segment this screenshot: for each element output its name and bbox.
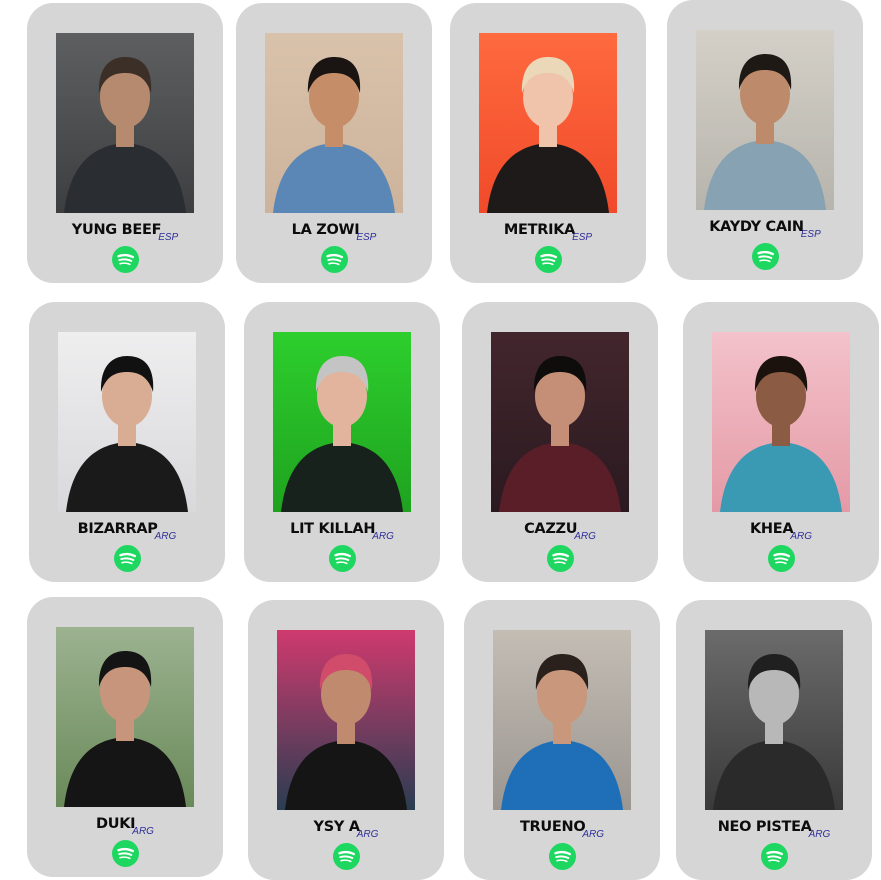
country-tag: ARG xyxy=(372,531,394,542)
country-tag: ESP xyxy=(572,232,593,243)
artist-photo xyxy=(696,30,834,210)
artist-card[interactable]: YSY AARG xyxy=(248,600,444,880)
country-tag: ARG xyxy=(154,531,177,542)
artist-name: DUKIARG xyxy=(96,816,154,837)
artist-card[interactable]: YUNG BEEFESP xyxy=(27,3,223,283)
country-tag: ARG xyxy=(356,829,379,840)
artist-photo xyxy=(56,33,194,213)
artist-card[interactable]: KHEAARG xyxy=(683,302,879,582)
artist-card[interactable]: TRUENOARG xyxy=(464,600,660,880)
artist-name: CAZZUARG xyxy=(524,521,596,542)
artist-card[interactable]: METRIKAESP xyxy=(450,3,646,283)
artist-name: NEO PISTEAARG xyxy=(717,819,831,840)
spotify-icon[interactable] xyxy=(547,545,574,572)
artist-name: KHEAARG xyxy=(750,521,812,542)
artist-photo xyxy=(705,630,843,810)
country-tag: ARG xyxy=(574,531,596,542)
artist-photo xyxy=(479,33,617,213)
country-tag: ARG xyxy=(132,826,154,837)
country-tag: ESP xyxy=(158,232,179,243)
spotify-icon[interactable] xyxy=(535,246,562,273)
artist-card[interactable]: KAYDY CAINESP xyxy=(667,0,863,280)
artist-photo xyxy=(712,332,850,512)
spotify-icon[interactable] xyxy=(112,840,139,867)
spotify-icon[interactable] xyxy=(112,246,139,273)
artist-photo xyxy=(56,627,194,807)
artist-name: BIZARRAPARG xyxy=(77,521,177,542)
country-tag: ARG xyxy=(808,829,831,840)
artist-name: LA ZOWIESP xyxy=(291,222,377,243)
artist-photo xyxy=(493,630,631,810)
country-tag: ARG xyxy=(790,531,812,542)
country-tag: ESP xyxy=(356,232,377,243)
spotify-icon[interactable] xyxy=(761,843,788,870)
spotify-icon[interactable] xyxy=(329,545,356,572)
spotify-icon[interactable] xyxy=(114,545,141,572)
artist-card[interactable]: LA ZOWIESP xyxy=(236,3,432,283)
artist-card[interactable]: CAZZUARG xyxy=(462,302,658,582)
spotify-icon[interactable] xyxy=(333,843,360,870)
spotify-icon[interactable] xyxy=(549,843,576,870)
country-tag: ARG xyxy=(582,829,605,840)
spotify-icon[interactable] xyxy=(321,246,348,273)
artist-photo xyxy=(491,332,629,512)
artist-name: TRUENOARG xyxy=(519,819,605,840)
artist-name: KAYDY CAINESP xyxy=(709,219,821,240)
artist-card[interactable]: DUKIARG xyxy=(27,597,223,877)
artist-card[interactable]: BIZARRAPARG xyxy=(29,302,225,582)
artist-photo xyxy=(277,630,415,810)
spotify-icon[interactable] xyxy=(752,243,779,270)
artist-name: LIT KILLAHARG xyxy=(290,521,394,542)
artist-photo xyxy=(58,332,196,512)
artist-photo xyxy=(273,332,411,512)
artist-photo xyxy=(265,33,403,213)
country-tag: ESP xyxy=(800,229,821,240)
artist-card[interactable]: NEO PISTEAARG xyxy=(676,600,872,880)
artist-name: YUNG BEEFESP xyxy=(71,222,179,243)
spotify-icon[interactable] xyxy=(768,545,795,572)
artist-name: METRIKAESP xyxy=(503,222,593,243)
artist-name: YSY AARG xyxy=(313,819,379,840)
artist-card[interactable]: LIT KILLAHARG xyxy=(244,302,440,582)
